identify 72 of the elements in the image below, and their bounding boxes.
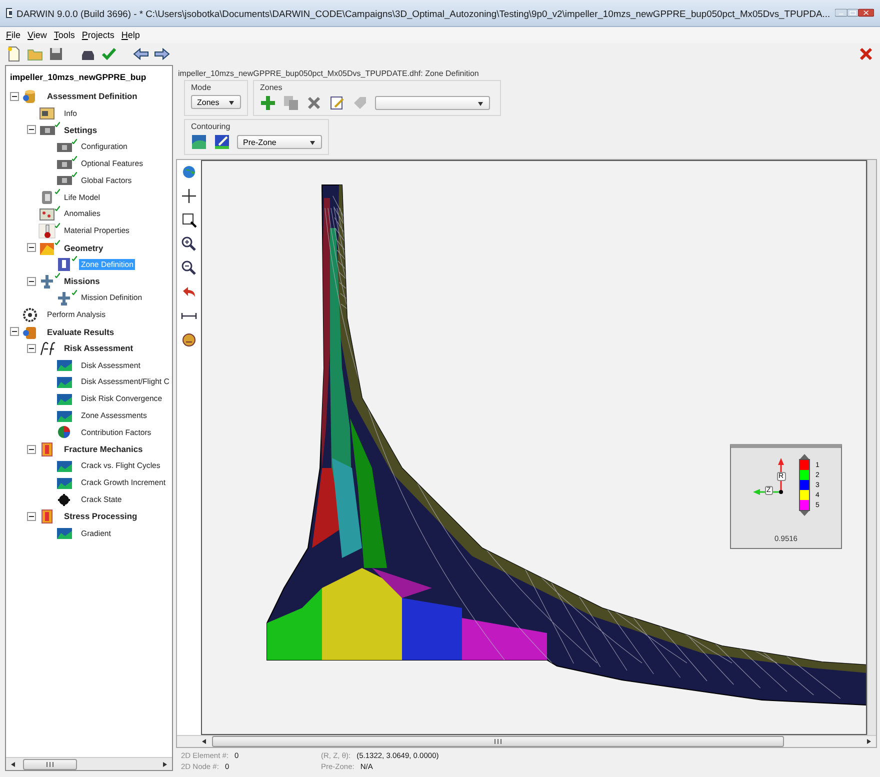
zoom-out-icon[interactable] [181,260,197,276]
area-chart-icon [55,357,73,374]
scroll-right-icon[interactable] [865,738,872,745]
contour-edit-icon[interactable] [214,134,230,150]
collapse-icon[interactable] [27,344,36,353]
group-label: Mode [191,83,212,92]
menu-item[interactable]: Help [121,30,140,40]
tree-item[interactable]: Evaluate Results [45,326,116,338]
collapse-icon[interactable] [10,92,19,101]
menu-item[interactable]: Projects [82,30,114,40]
axis-triad-drawing [750,456,786,496]
collapse-icon[interactable] [27,444,36,454]
scroll-thumb[interactable] [23,758,77,770]
function-icon [38,340,56,356]
zoom-in-icon[interactable] [181,236,197,252]
add-icon[interactable] [260,95,276,111]
group-label: Zones [260,83,284,92]
dots-icon [38,206,56,222]
checkmark-icon[interactable] [101,46,117,62]
pan-icon[interactable] [181,188,197,204]
menu-item[interactable]: Tools [54,30,75,40]
tree-item[interactable]: Missions [62,275,102,288]
tree-item[interactable]: Fracture Mechanics [62,443,145,456]
scroll-left-icon[interactable] [10,760,17,768]
contour-icon[interactable] [191,134,207,150]
gear-icon [21,306,39,323]
document-path: impeller_10mzs_newGPPRE_bup050pct_Mx05Dvs_TPUPDATE.dhf: Zone Definition [177,68,480,80]
thermometer-icon [38,222,56,239]
area-chart-icon [55,525,73,542]
tree-item[interactable]: Stress Processing [62,510,140,522]
collapse-icon[interactable] [27,276,36,286]
tree-item[interactable]: Settings [62,124,100,136]
scroll-left-icon[interactable] [201,738,208,745]
scroll-grip-icon [494,739,502,744]
tree-item[interactable]: Assessment Definition [45,90,140,102]
window-title: DARWIN 9.0.0 (Build 3696) - * C:\Users\jsobotka\Documents\DARWIN_CODE\Campaigns\3D_Optimal_Autozoning\Testing\9p0_v2\impeller_10mzs_newGPPRE_bup050pct_Mx05Dvs_TPUPDA... [16,8,830,18]
crack-icon [55,492,73,508]
contour-dropdown[interactable]: Pre-Zone [237,135,322,149]
app-icon [6,8,12,18]
close-icon[interactable] [858,46,874,62]
aircraft-icon [38,273,56,290]
vertical-scrollbar[interactable] [867,160,876,735]
dropdown-caret-icon[interactable] [228,98,235,106]
aircraft-icon [55,290,73,306]
collapse-icon[interactable] [10,327,19,336]
collapse-icon[interactable] [27,125,36,134]
tree-root[interactable]: impeller_10mzs_newGPPRE_bup [10,72,172,88]
zone-icon [55,256,73,272]
forward-arrow-icon[interactable] [154,46,170,62]
dropdown-caret-icon[interactable] [309,138,316,146]
menu-item[interactable]: View [28,30,47,40]
badge-icon[interactable] [181,332,197,348]
tree-item[interactable]: Geometry [62,242,106,254]
pie-chart-icon [55,424,73,440]
globe-icon[interactable] [181,164,197,180]
menu-item[interactable]: File [6,30,21,40]
scroll-grip-icon [46,762,54,766]
scroll-thumb[interactable] [212,736,784,747]
scroll-right-icon[interactable] [161,760,168,768]
collapse-icon[interactable] [27,243,36,252]
select-rectangle-icon[interactable] [181,212,197,228]
info-icon [38,105,56,122]
new-file-icon[interactable] [6,46,22,62]
group-label: Contouring [191,122,232,131]
tree-item[interactable]: Risk Assessment [62,342,136,354]
save-icon[interactable] [48,46,64,62]
delete-icon[interactable] [306,95,322,111]
mode-dropdown[interactable]: Zones [191,95,241,109]
dropdown-caret-icon[interactable] [477,100,484,106]
back-arrow-icon[interactable] [133,46,149,62]
collapse-icon[interactable] [27,512,36,521]
edit-icon[interactable] [329,95,345,111]
